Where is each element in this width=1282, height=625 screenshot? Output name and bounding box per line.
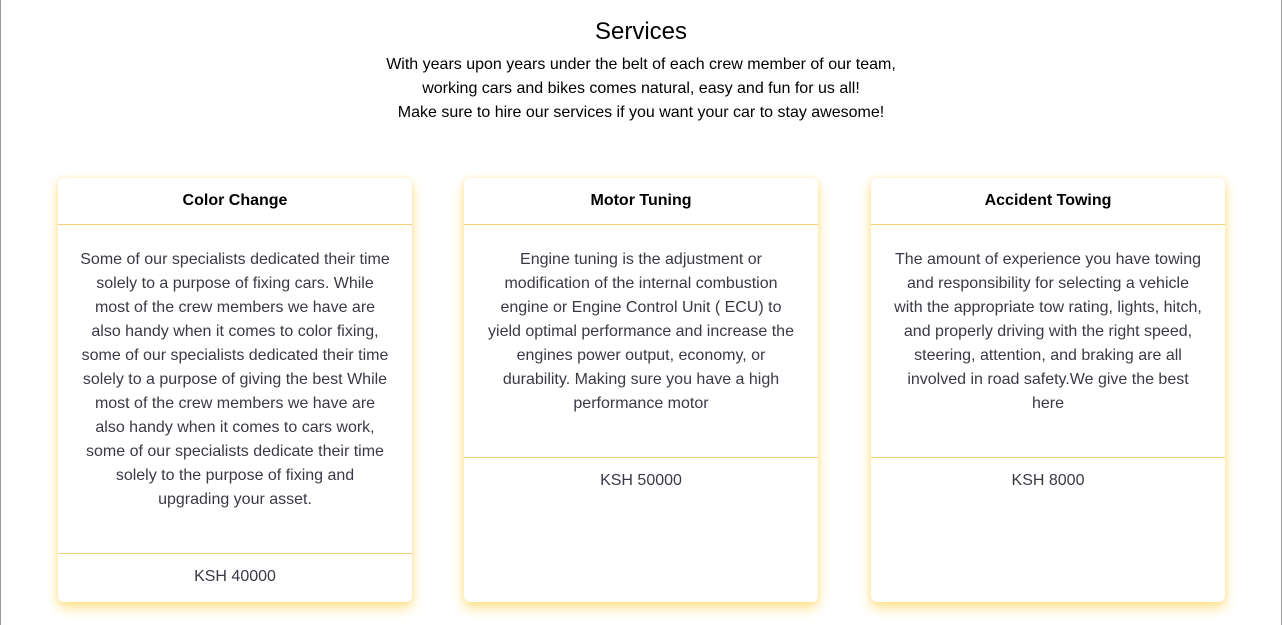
page: Services With years upon years under the… (0, 0, 1282, 625)
card-title: Motor Tuning (464, 178, 818, 225)
card-title: Color Change (58, 178, 412, 225)
service-card-motor-tuning: Motor Tuning Engine tuning is the adjust… (464, 178, 818, 602)
intro-line: With years upon years under the belt of … (386, 56, 896, 73)
card-price: KSH 8000 (871, 457, 1225, 490)
card-description: Some of our specialists dedicated their … (80, 251, 390, 508)
intro-line: working cars and bikes comes natural, ea… (422, 80, 860, 97)
intro-line: Make sure to hire our services if you wa… (397, 104, 885, 121)
card-description: Engine tuning is the adjustment or modif… (488, 251, 794, 412)
card-price: KSH 40000 (58, 553, 412, 586)
service-card-color-change: Color Change Some of our specialists ded… (58, 178, 412, 602)
card-description: The amount of experience you have towing… (894, 251, 1202, 412)
services-header: Services With years upon years under the… (1, 0, 1281, 125)
card-title: Accident Towing (871, 178, 1225, 225)
card-price: KSH 50000 (464, 457, 818, 490)
page-title: Services (594, 18, 688, 45)
service-card-accident-towing: Accident Towing The amount of experience… (871, 178, 1225, 602)
